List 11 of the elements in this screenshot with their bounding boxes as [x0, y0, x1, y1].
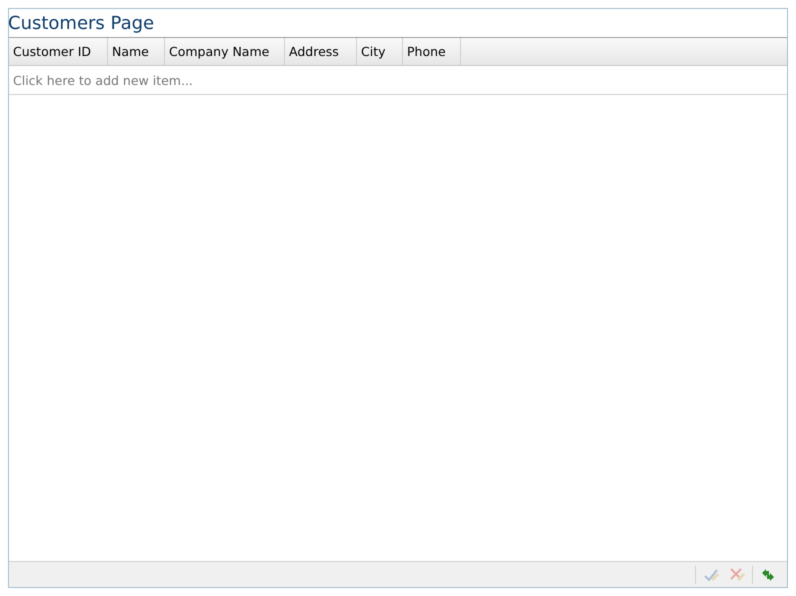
refresh-arrows-icon: [760, 566, 776, 582]
column-header[interactable]: Name: [108, 38, 165, 65]
pencil-cross-icon: [729, 566, 745, 582]
column-header[interactable]: Customer ID: [9, 38, 108, 65]
page-title: Customers Page: [8, 12, 156, 36]
add-new-item-row[interactable]: Click here to add new item...: [9, 66, 787, 95]
column-header[interactable]: City: [357, 38, 403, 65]
column-header[interactable]: Phone: [403, 38, 461, 65]
pencil-check-icon: [703, 566, 719, 582]
column-header[interactable]: Address: [285, 38, 357, 65]
column-header[interactable]: Company Name: [165, 38, 285, 65]
